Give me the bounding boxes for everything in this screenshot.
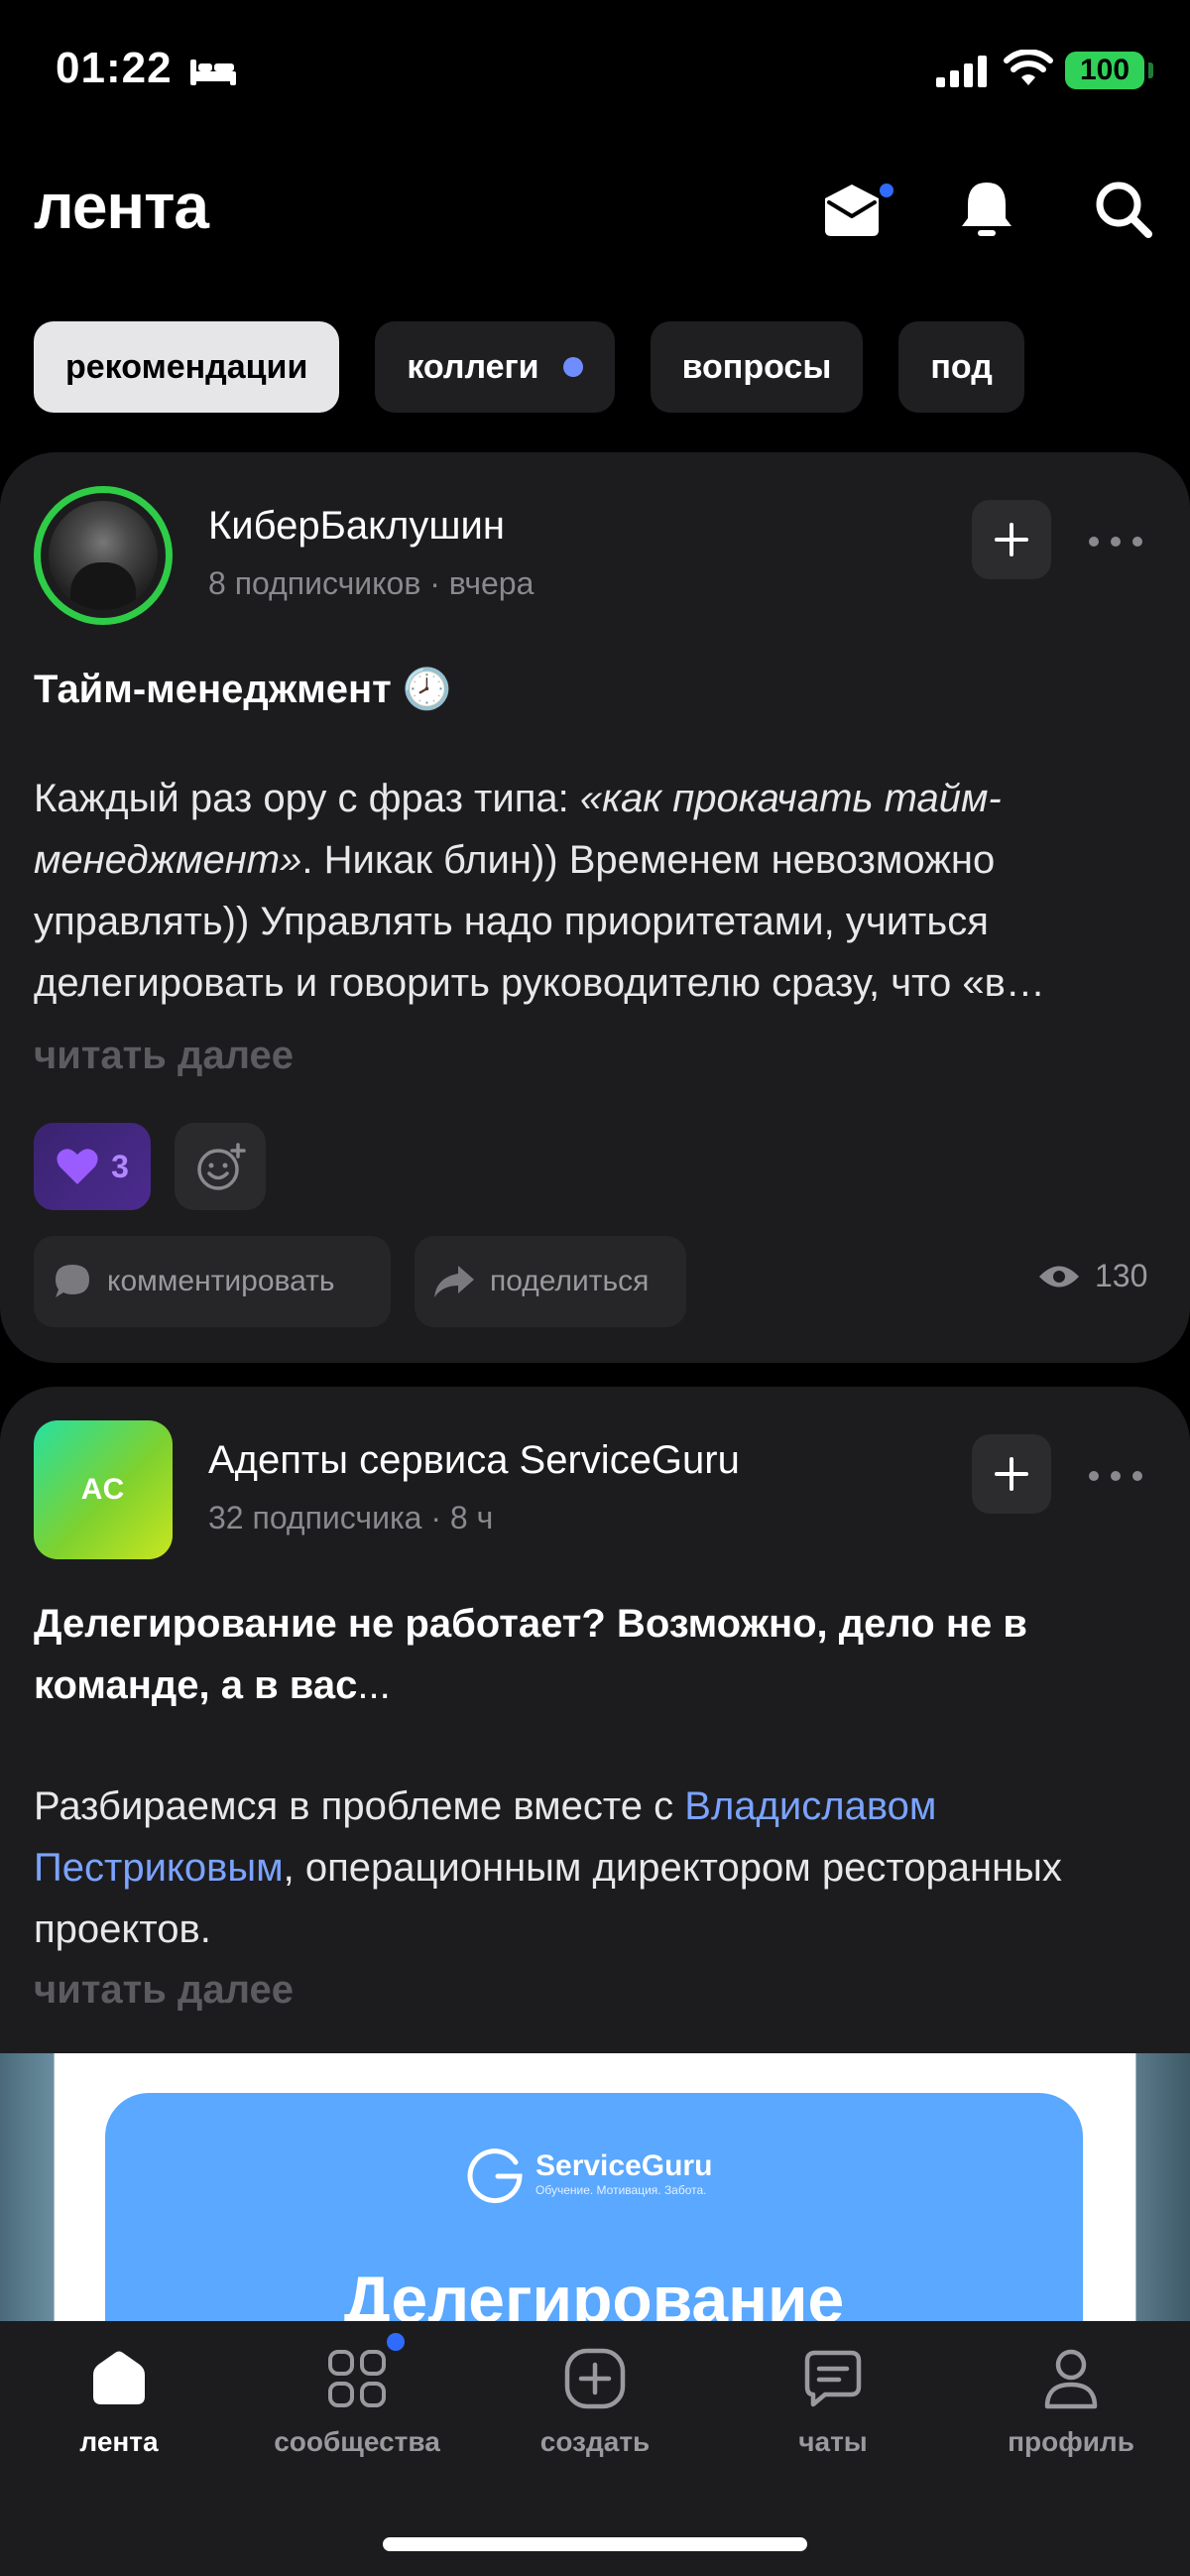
comment-icon xyxy=(56,1265,89,1297)
battery-level: 100 xyxy=(1065,52,1144,89)
nav-create[interactable]: создать xyxy=(476,2347,714,2458)
eye-icon xyxy=(1039,1266,1079,1287)
smile-plus-icon xyxy=(197,1143,246,1190)
post-meta: 8 подписчиков · вчера xyxy=(208,565,535,601)
post-meta: 32 подписчика · 8 ч xyxy=(208,1500,494,1535)
tab-unread-dot xyxy=(562,357,583,377)
read-more-link[interactable]: читать далее xyxy=(34,1034,294,1078)
cellular-signal-icon xyxy=(936,56,987,87)
search-icon[interactable] xyxy=(1091,177,1156,242)
follow-button[interactable] xyxy=(972,500,1051,579)
chat-icon xyxy=(804,2350,862,2407)
bed-icon xyxy=(190,60,236,85)
grid-icon xyxy=(328,2350,386,2407)
reaction-heart[interactable]: 3 xyxy=(34,1123,151,1210)
author-name[interactable]: КиберБаклушин xyxy=(208,504,505,549)
tab-subscriptions[interactable]: под xyxy=(898,321,1024,413)
wifi-icon xyxy=(1004,50,1053,85)
mail-icon[interactable] xyxy=(819,177,885,242)
post-card: КиберБаклушин 8 подписчиков · вчера Тайм… xyxy=(0,452,1190,1363)
nav-profile[interactable]: профиль xyxy=(952,2347,1190,2458)
home-icon xyxy=(93,2351,145,2404)
feed-tabs: рекомендации коллеги вопросы под xyxy=(34,321,1024,413)
bell-icon[interactable] xyxy=(954,177,1019,242)
nav-chats[interactable]: чаты xyxy=(714,2347,952,2458)
reaction-count: 3 xyxy=(111,1148,129,1184)
author-name[interactable]: Адепты сервиса ServiceGuru xyxy=(208,1438,740,1483)
mail-notification-dot xyxy=(877,181,896,200)
home-indicator[interactable] xyxy=(383,2537,807,2551)
plus-square-icon xyxy=(564,2348,626,2409)
status-bar: 01:22 100 xyxy=(0,0,1190,139)
plus-icon xyxy=(995,523,1028,556)
post-body[interactable]: Каждый раз ору с фраз типа: «как прокача… xyxy=(34,768,1164,1014)
app-logo: лента xyxy=(34,171,209,242)
plus-icon xyxy=(995,1457,1028,1491)
share-icon xyxy=(434,1266,474,1297)
serviceguru-g-icon xyxy=(467,2148,523,2204)
comment-button[interactable]: комментировать xyxy=(34,1236,391,1327)
communities-notification-dot xyxy=(387,2333,405,2351)
tab-recommendations[interactable]: рекомендации xyxy=(34,321,340,413)
battery-tip xyxy=(1148,62,1153,78)
view-count: 130 xyxy=(1037,1258,1147,1294)
avatar-photo xyxy=(49,501,158,610)
author-avatar[interactable] xyxy=(34,486,173,625)
share-button[interactable]: поделиться xyxy=(415,1236,686,1327)
add-reaction-button[interactable] xyxy=(175,1123,266,1210)
post-title[interactable]: Тайм-менеджмент 🕗 xyxy=(34,659,452,720)
follow-button[interactable] xyxy=(972,1434,1051,1514)
status-time: 01:22 xyxy=(56,44,173,92)
nav-communities[interactable]: сообщества xyxy=(238,2347,476,2458)
purple-heart-icon xyxy=(57,1149,98,1184)
tab-colleagues[interactable]: коллеги xyxy=(375,321,615,413)
more-options-icon[interactable] xyxy=(1081,512,1150,571)
post-image-preview[interactable]: ServiceGuru Обучение. Мотивация. Забота.… xyxy=(0,2053,1190,2321)
preview-banner: ServiceGuru Обучение. Мотивация. Забота.… xyxy=(105,2093,1083,2321)
post-title[interactable]: Делегирование не работает? Возможно, дел… xyxy=(34,1593,1164,1716)
tab-questions[interactable]: вопросы xyxy=(650,321,864,413)
read-more-link[interactable]: читать далее xyxy=(34,1968,294,2013)
post-body[interactable]: Разбираемся в проблеме вместе с Владисла… xyxy=(34,1776,1164,1960)
person-icon xyxy=(1044,2349,1098,2409)
serviceguru-logo: ServiceGuru Обучение. Мотивация. Забота. xyxy=(464,2143,712,2204)
more-options-icon[interactable] xyxy=(1081,1446,1150,1506)
nav-feed[interactable]: лента xyxy=(0,2347,238,2458)
preview-heading: Делегирование xyxy=(343,2263,845,2321)
community-avatar[interactable]: АС xyxy=(34,1420,173,1559)
